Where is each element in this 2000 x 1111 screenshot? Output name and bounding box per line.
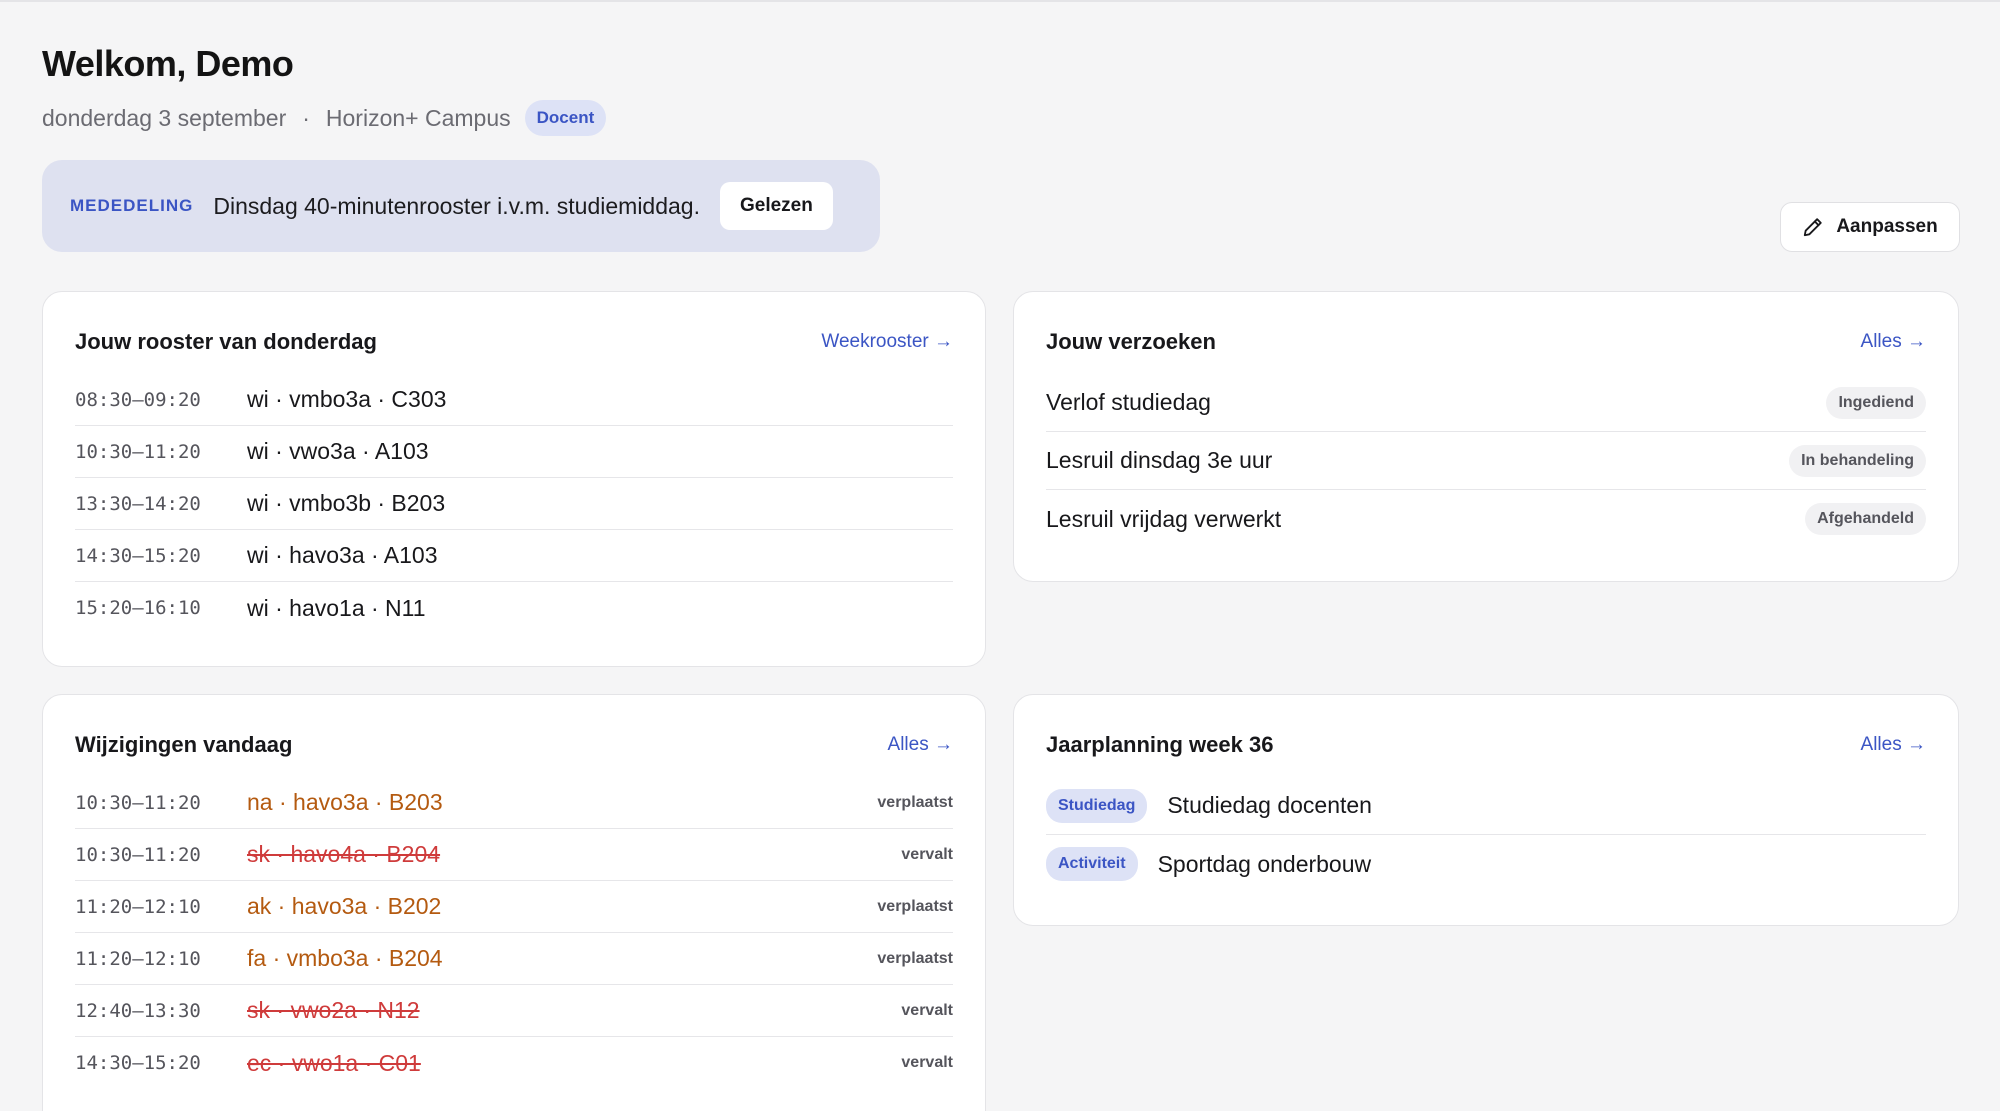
requests-all-link[interactable]: Alles → xyxy=(1861,331,1926,353)
lesson-details: wi · vmbo3b · B203 xyxy=(247,490,446,516)
campus-name: Horizon+ Campus xyxy=(325,104,511,131)
announcement-label: MEDEDELING xyxy=(70,196,194,215)
change-time: 10:30–11:20 xyxy=(75,791,201,814)
planning-tag: Studiedag xyxy=(1046,788,1148,823)
request-row[interactable]: Lesruil dinsdag 3e uur In behandeling xyxy=(1046,432,1926,490)
change-status: verplaatst xyxy=(877,897,953,915)
planning-row[interactable]: Studiedag Studiedag docenten xyxy=(1046,777,1926,835)
request-title: Lesruil dinsdag 3e uur xyxy=(1046,447,1273,473)
lesson-details: wi · vwo3a · A103 xyxy=(247,438,429,464)
week-schedule-link[interactable]: Weekrooster → xyxy=(821,331,953,353)
pencil-icon xyxy=(1804,218,1823,237)
schedule-list: 08:30–09:20 wi · vmbo3a · C303 10:30–11:… xyxy=(75,374,953,634)
change-status: vervalt xyxy=(901,845,953,863)
schedule-row[interactable]: 13:30–14:20 wi · vmbo3b · B203 xyxy=(75,478,953,530)
status-badge: Ingediend xyxy=(1826,386,1926,419)
change-row[interactable]: 10:30–11:20 sk · havo4a · B204 vervalt xyxy=(75,829,953,881)
change-status: verplaatst xyxy=(877,793,953,811)
planning-title: Studiedag docenten xyxy=(1167,792,1372,818)
requests-card-header: Jouw verzoeken Alles → xyxy=(1046,322,1926,362)
changes-list: 10:30–11:20 na · havo3a · B203 verplaats… xyxy=(75,777,953,1089)
planning-list: Studiedag Studiedag docenten Activiteit … xyxy=(1046,777,1926,893)
requests-card: Jouw verzoeken Alles → Verlof studiedag … xyxy=(1013,291,1959,582)
change-row[interactable]: 12:40–13:30 sk · vwo2a · N12 vervalt xyxy=(75,985,953,1037)
change-row[interactable]: 11:20–12:10 fa · vmbo3a · B204 verplaats… xyxy=(75,933,953,985)
lesson-details: wi · vmbo3a · C303 xyxy=(247,386,447,412)
lesson-details: wi · havo3a · A103 xyxy=(247,542,438,568)
change-time: 14:30–15:20 xyxy=(75,1052,201,1074)
change-row[interactable]: 11:20–12:10 ak · havo3a · B202 verplaats… xyxy=(75,881,953,933)
customize-button[interactable]: Aanpassen xyxy=(1780,202,1960,252)
lesson-time: 14:30–15:20 xyxy=(75,544,201,567)
lesson-time: 13:30–14:20 xyxy=(75,492,201,515)
schedule-row[interactable]: 14:30–15:20 wi · havo3a · A103 xyxy=(75,530,953,582)
customize-label: Aanpassen xyxy=(1836,216,1938,237)
planning-card: Jaarplanning week 36 Alles → Studiedag S… xyxy=(1013,694,1959,926)
change-status: vervalt xyxy=(901,1054,953,1071)
lesson-details: wi · havo1a · N11 xyxy=(247,594,426,621)
change-time: 12:40–13:30 xyxy=(75,999,201,1022)
header-subline: donderdag 3 september · Horizon+ Campus … xyxy=(42,98,607,138)
change-lesson: ak · havo3a · B202 xyxy=(247,893,442,919)
schedule-card-title: Jouw rooster van donderdag xyxy=(75,329,377,354)
change-lesson: na · havo3a · B203 xyxy=(247,789,443,815)
request-title: Lesruil vrijdag verwerkt xyxy=(1046,505,1282,532)
change-status: verplaatst xyxy=(877,949,953,967)
schedule-row[interactable]: 10:30–11:20 wi · vwo3a · A103 xyxy=(75,426,953,478)
changes-card-title: Wijzigingen vandaag xyxy=(75,732,293,757)
request-title: Verlof studiedag xyxy=(1046,389,1211,415)
planning-title: Sportdag onderbouw xyxy=(1157,850,1372,877)
change-time: 11:20–12:10 xyxy=(75,895,201,918)
planning-card-header: Jaarplanning week 36 Alles → xyxy=(1046,725,1926,765)
change-lesson: ec · vwo1a · C01 xyxy=(247,1049,421,1076)
planning-tag: Activiteit xyxy=(1046,847,1138,881)
changes-card: Wijzigingen vandaag Alles → 10:30–11:20 … xyxy=(42,694,986,1111)
change-status: vervalt xyxy=(901,1001,953,1019)
requests-card-title: Jouw verzoeken xyxy=(1046,329,1216,354)
request-row[interactable]: Verlof studiedag Ingediend xyxy=(1046,374,1926,432)
page-title: Welkom, Demo xyxy=(42,43,294,84)
page-header: Welkom, Demo donderdag 3 september · Hor… xyxy=(42,40,607,136)
change-lesson: sk · havo4a · B204 xyxy=(247,841,441,867)
change-lesson: fa · vmbo3a · B204 xyxy=(247,945,443,971)
schedule-card: Jouw rooster van donderdag Weekrooster →… xyxy=(42,291,986,667)
schedule-row[interactable]: 08:30–09:20 wi · vmbo3a · C303 xyxy=(75,374,953,426)
request-row[interactable]: Lesruil vrijdag verwerkt Afgehandeld xyxy=(1046,490,1926,548)
planning-all-link[interactable]: Alles → xyxy=(1861,734,1926,756)
lesson-time: 10:30–11:20 xyxy=(75,440,201,463)
changes-all-link[interactable]: Alles → xyxy=(888,734,953,756)
role-badge: Docent xyxy=(524,100,607,136)
planning-card-title: Jaarplanning week 36 xyxy=(1046,732,1274,757)
change-time: 11:20–12:10 xyxy=(75,947,201,970)
lesson-time: 15:20–16:10 xyxy=(75,597,201,619)
top-divider xyxy=(0,0,2000,2)
schedule-row[interactable]: 15:20–16:10 wi · havo1a · N11 xyxy=(75,582,953,634)
change-row[interactable]: 10:30–11:20 na · havo3a · B203 verplaats… xyxy=(75,777,953,829)
status-badge: Afgehandeld xyxy=(1805,503,1926,535)
schedule-card-header: Jouw rooster van donderdag Weekrooster → xyxy=(75,322,953,362)
change-time: 10:30–11:20 xyxy=(75,843,201,866)
status-badge: In behandeling xyxy=(1789,444,1926,477)
announcement-banner: MEDEDELING Dinsdag 40-minutenrooster i.v… xyxy=(42,160,880,252)
lesson-time: 08:30–09:20 xyxy=(75,388,201,411)
change-lesson: sk · vwo2a · N12 xyxy=(247,997,420,1023)
change-row[interactable]: 14:30–15:20 ec · vwo1a · C01 vervalt xyxy=(75,1037,953,1089)
announcement-text: Dinsdag 40-minutenrooster i.v.m. studiem… xyxy=(213,192,700,219)
requests-list: Verlof studiedag Ingediend Lesruil dinsd… xyxy=(1046,374,1926,548)
separator-dot: · xyxy=(302,104,310,131)
mark-read-button[interactable]: Gelezen xyxy=(719,182,833,230)
current-date: donderdag 3 september xyxy=(42,104,287,131)
planning-row[interactable]: Activiteit Sportdag onderbouw xyxy=(1046,835,1926,893)
changes-card-header: Wijzigingen vandaag Alles → xyxy=(75,725,953,765)
